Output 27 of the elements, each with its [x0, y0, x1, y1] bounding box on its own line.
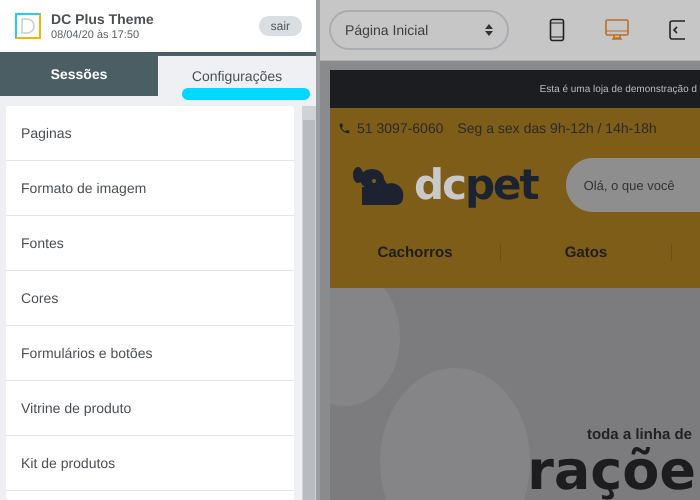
code-icon — [669, 19, 685, 41]
theme-logo — [15, 13, 41, 40]
settings-item[interactable]: Formulários e botões — [6, 326, 294, 381]
settings-item[interactable]: Paginas — [6, 106, 294, 161]
device-button[interactable] — [549, 18, 565, 42]
store-logo-text: dcpet — [414, 164, 538, 206]
theme-title: DC Plus Theme — [51, 11, 155, 28]
banner-title: raçõe — [527, 443, 696, 500]
device-button[interactable] — [669, 19, 685, 41]
settings-item[interactable]: Cores — [6, 271, 294, 326]
settings-item[interactable]: Vitrine de produto — [6, 381, 294, 436]
settings-item[interactable]: Formato de imagem — [6, 161, 294, 216]
theme-date: 08/04/20 às 17:50 — [51, 29, 140, 42]
monitor-icon — [605, 19, 629, 41]
store-hours: Seg a sex das 9h-12h / 14h-18h — [457, 120, 657, 136]
phone-icon — [338, 122, 351, 134]
logout-button[interactable]: sair — [258, 16, 302, 36]
banner-subtitle: toda a linha de — [586, 426, 692, 444]
scrollbar[interactable] — [302, 106, 316, 500]
notice-text: Esta é uma loja de demonstração d — [540, 84, 697, 94]
store-search-field[interactable]: Olá, o que você — [566, 158, 700, 212]
page-select[interactable]: Página Inicial — [329, 10, 509, 50]
settings-item[interactable]: Fontes — [6, 216, 294, 271]
settings-item[interactable]: Kit de produtos — [6, 436, 294, 491]
sort-arrows-icon — [485, 24, 493, 36]
phone-icon — [549, 18, 565, 42]
store-phone: 51 3097-6060 — [357, 120, 444, 136]
